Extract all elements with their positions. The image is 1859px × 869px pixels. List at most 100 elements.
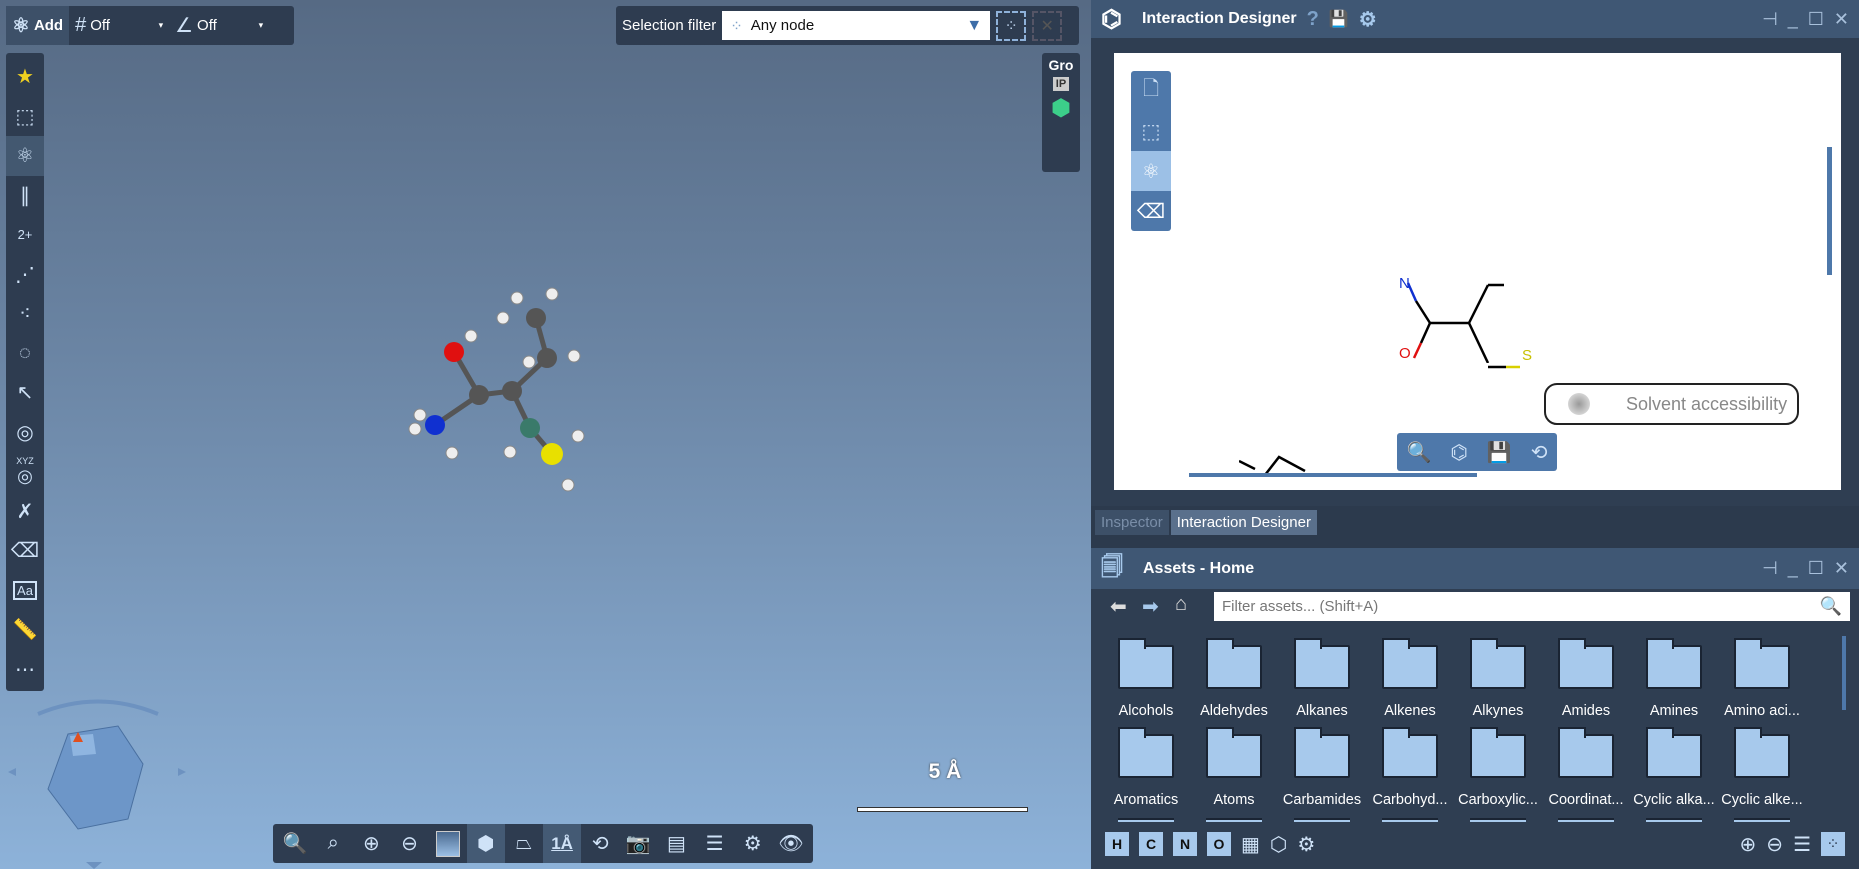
plugin-icon[interactable]: ⬢: [1051, 95, 1070, 121]
partial-folder[interactable]: [1118, 818, 1174, 822]
3d-viewport[interactable]: ⚛ Add # Off ▾ ∠ Off ▾ Selection filter ⁘ Any …: [0, 0, 1091, 869]
rotate-tool-icon[interactable]: ◎: [6, 413, 44, 453]
rotate-xyz-tool-icon[interactable]: XYZ ◎: [6, 452, 44, 492]
selection-filter-select[interactable]: ⁘ Any node ▼: [722, 11, 991, 40]
panel-icon[interactable]: ☰: [696, 824, 734, 863]
display-style-icon[interactable]: ⚙: [734, 824, 772, 863]
close-icon[interactable]: ✕: [1834, 9, 1849, 30]
perspective-icon[interactable]: ⏢: [505, 824, 543, 863]
element-h-button[interactable]: H: [1105, 832, 1129, 856]
zoom-fit-icon[interactable]: 🔍: [1406, 440, 1431, 465]
angle-snap-dropdown[interactable]: ∠ Off ▾: [169, 6, 269, 45]
labels-icon[interactable]: ▤: [657, 824, 695, 863]
zoom-out-icon[interactable]: ⊖: [1766, 832, 1783, 857]
favorites-icon[interactable]: ★: [6, 57, 44, 97]
maximize-icon[interactable]: ☐: [1808, 9, 1824, 30]
minimize-icon[interactable]: _: [1788, 9, 1798, 30]
partial-folder[interactable]: [1206, 818, 1262, 822]
asset-folder[interactable]: Amino aci...: [1718, 638, 1806, 719]
save-icon[interactable]: 💾: [1487, 440, 1512, 465]
asset-folder[interactable]: Cyclic alke...: [1718, 727, 1806, 808]
close-icon[interactable]: ✕: [1834, 558, 1849, 579]
gromacs-button[interactable]: Gro: [1049, 57, 1074, 73]
element-o-button[interactable]: O: [1207, 832, 1231, 856]
move-tool-icon[interactable]: ↖: [6, 373, 44, 413]
partial-folder[interactable]: [1382, 818, 1438, 822]
ruler-icon[interactable]: 📏: [6, 610, 44, 650]
asset-folder[interactable]: Atoms: [1190, 727, 1278, 808]
pin-icon[interactable]: ⊣: [1762, 558, 1778, 579]
add-mode-button[interactable]: ⚛ Add: [6, 6, 70, 45]
gear-icon[interactable]: ⚙: [1297, 832, 1315, 857]
filter-assets-input[interactable]: Filter assets... (Shift+A) 🔍: [1214, 592, 1850, 621]
asset-folder[interactable]: Aromatics: [1102, 727, 1190, 808]
assets-scrollbar[interactable]: [1842, 636, 1846, 710]
help-icon[interactable]: ?: [1307, 8, 1319, 31]
add-atom-tool-icon[interactable]: ⚛: [1131, 151, 1171, 191]
grid-snap-dropdown[interactable]: # Off ▾: [69, 6, 169, 45]
icon-view-icon[interactable]: ⁘: [1821, 832, 1845, 856]
interaction-canvas[interactable]: 🗋 ⬚ ⚛ ⌫ N O S Solvent accessibility 🔍 ⌬ …: [1114, 53, 1841, 490]
python-button[interactable]: IP: [1052, 77, 1070, 91]
scale-bar-toggle[interactable]: 1Å: [542, 824, 582, 863]
text-tool-icon[interactable]: Aa: [6, 571, 44, 611]
asset-folder[interactable]: Cyclic alka...: [1630, 727, 1718, 808]
asset-folder[interactable]: Carbamides: [1278, 727, 1366, 808]
background-icon[interactable]: [429, 824, 467, 863]
horizontal-scrollbar[interactable]: [1189, 473, 1477, 477]
asset-folder[interactable]: Aldehydes: [1190, 638, 1278, 719]
screenshot-icon[interactable]: 📷: [619, 824, 657, 863]
zoom-in-icon[interactable]: ⊕: [352, 824, 390, 863]
asset-folder[interactable]: Carbohyd...: [1366, 727, 1454, 808]
asset-folder[interactable]: Amides: [1542, 638, 1630, 719]
asset-folder[interactable]: Carboxylic...: [1454, 727, 1542, 808]
scrollbar[interactable]: [1827, 147, 1832, 275]
asset-folder[interactable]: Alkynes: [1454, 638, 1542, 719]
navigation-cube[interactable]: [8, 694, 188, 869]
visibility-eye-icon[interactable]: 👁: [772, 824, 810, 863]
back-arrow-icon[interactable]: ⬅: [1110, 594, 1127, 619]
eraser-icon[interactable]: ⌫: [1137, 191, 1165, 231]
element-c-button[interactable]: C: [1139, 832, 1163, 856]
asset-folder[interactable]: Amines: [1630, 638, 1718, 719]
list-view-icon[interactable]: ☰: [1793, 832, 1811, 857]
new-document-icon[interactable]: 🗋: [1143, 71, 1159, 111]
add-atom-tool-icon[interactable]: ⚛: [6, 136, 44, 176]
ring-tool-icon[interactable]: ◌: [6, 334, 44, 374]
home-icon[interactable]: ⌂: [1175, 593, 1187, 616]
select-rectangle-icon[interactable]: ⬚: [1142, 111, 1161, 151]
element-n-button[interactable]: N: [1173, 832, 1197, 856]
save-icon[interactable]: 💾: [1329, 9, 1349, 29]
tab-interaction-designer[interactable]: Interaction Designer: [1170, 510, 1317, 535]
asset-folder[interactable]: Alkanes: [1278, 638, 1366, 719]
forward-arrow-icon[interactable]: ➡: [1142, 594, 1159, 619]
ring-icon[interactable]: ⬡: [1270, 832, 1287, 857]
swap-tool-icon[interactable]: ✗: [6, 492, 44, 532]
arc-chain-tool-icon[interactable]: ⁖: [6, 294, 44, 334]
partial-folder[interactable]: [1646, 818, 1702, 822]
partial-folder[interactable]: [1294, 818, 1350, 822]
zoom-selection-icon[interactable]: ⌕: [314, 824, 352, 863]
asset-folder[interactable]: Coordinat...: [1542, 727, 1630, 808]
eraser-icon[interactable]: ⌫: [6, 531, 44, 571]
maximize-icon[interactable]: ☐: [1808, 558, 1824, 579]
camera-rotate-icon[interactable]: ⟲: [581, 824, 619, 863]
bond-tool-icon[interactable]: ∥: [6, 176, 44, 216]
zoom-in-icon[interactable]: ⊕: [1740, 832, 1757, 857]
center-molecule-icon[interactable]: ⌬: [1450, 440, 1467, 465]
select-nodes-button[interactable]: ⁘: [996, 10, 1027, 41]
minimize-icon[interactable]: _: [1788, 558, 1798, 579]
reset-icon[interactable]: ⟲: [1531, 440, 1548, 465]
navigation-cube-icon[interactable]: ⬢: [466, 824, 505, 863]
gear-icon[interactable]: ⚙: [1359, 7, 1377, 32]
zoom-fit-icon[interactable]: 🔍: [276, 824, 314, 863]
more-tools-icon[interactable]: ⋯: [6, 650, 44, 690]
select-rectangle-icon[interactable]: ⬚: [6, 97, 44, 137]
asset-folder[interactable]: Alcohols: [1102, 638, 1190, 719]
charge-tool-icon[interactable]: 2+: [6, 215, 44, 255]
pin-icon[interactable]: ⊣: [1762, 9, 1778, 30]
clear-selection-button[interactable]: ✕: [1032, 10, 1063, 41]
partial-folder[interactable]: [1734, 818, 1790, 822]
zoom-out-icon[interactable]: ⊖: [390, 824, 428, 863]
molecule-3d[interactable]: [390, 280, 610, 500]
